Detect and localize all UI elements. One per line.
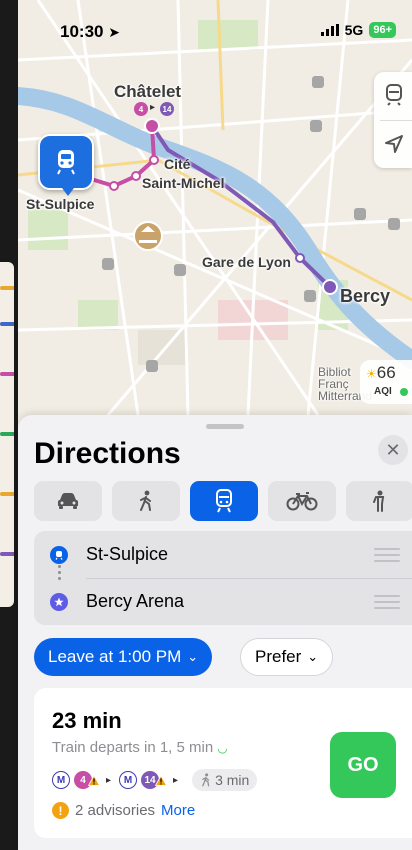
car-icon bbox=[58, 493, 78, 509]
warning-icon bbox=[88, 775, 100, 786]
reorder-handle-icon[interactable] bbox=[374, 591, 400, 613]
leave-time-button[interactable]: Leave at 1:00 PM ⌄ bbox=[34, 638, 213, 676]
signal-icon bbox=[320, 24, 339, 36]
weather-temp: ☀66 bbox=[366, 363, 396, 382]
mode-transit-button[interactable] bbox=[190, 481, 258, 521]
peek-line bbox=[0, 432, 14, 436]
battery-icon: 96+ bbox=[369, 22, 396, 38]
walk-icon bbox=[202, 773, 210, 787]
map-label-gare-de-lyon[interactable]: Gare de Lyon bbox=[202, 254, 291, 270]
rideshare-icon bbox=[373, 490, 385, 512]
reorder-handle-icon[interactable] bbox=[374, 544, 400, 566]
destination-row[interactable]: Bercy Arena bbox=[34, 578, 412, 625]
mode-drive-button[interactable] bbox=[34, 481, 102, 521]
peek-line bbox=[0, 372, 14, 376]
status-right: 5G 96+ bbox=[320, 22, 396, 38]
page-title: Directions bbox=[34, 437, 181, 470]
close-icon: ✕ bbox=[385, 439, 401, 460]
location-arrow-icon[interactable] bbox=[384, 134, 404, 154]
mode-ride-button[interactable] bbox=[346, 481, 412, 521]
route-departure: Train departs in 1, 5 min ◡ bbox=[52, 739, 228, 756]
network-label: 5G bbox=[344, 22, 364, 38]
walk-segment: 3 min bbox=[192, 769, 258, 791]
map-label-chatelet[interactable]: Châtelet bbox=[114, 82, 181, 102]
metro-icon: M bbox=[119, 771, 138, 789]
origin-name: St-Sulpice bbox=[86, 544, 169, 564]
mode-walk-button[interactable] bbox=[112, 481, 180, 521]
destination-name: Bercy Arena bbox=[86, 591, 185, 611]
transit-map-icon[interactable] bbox=[384, 84, 404, 106]
map-controls bbox=[374, 72, 412, 168]
advisories-more-link[interactable]: More bbox=[161, 802, 195, 819]
control-separator bbox=[380, 120, 412, 121]
origin-transit-icon bbox=[50, 545, 68, 564]
map-label-bercy[interactable]: Bercy bbox=[340, 286, 390, 307]
live-signal-icon: ◡ bbox=[217, 740, 228, 755]
arrow-icon: ▸ bbox=[150, 102, 156, 113]
directions-sheet[interactable]: Directions ✕ St-Sulpice Bercy Arena Leav… bbox=[18, 415, 412, 850]
train-icon bbox=[216, 489, 232, 513]
status-bar: 10:30 ➤ 5G 96+ bbox=[18, 0, 412, 60]
metro-icon: M bbox=[52, 771, 70, 789]
warning-icon bbox=[155, 775, 168, 786]
route-lines: M 4 ▸ M 14 ▸ 3 min bbox=[52, 769, 258, 791]
line-badge-14: 14 bbox=[160, 102, 174, 116]
peek-line bbox=[0, 492, 14, 496]
route-duration: 23 min bbox=[52, 708, 122, 733]
status-time: 10:30 ➤ bbox=[60, 22, 120, 41]
route-advisories: ! 2 advisories More bbox=[52, 802, 195, 819]
weather-widget[interactable]: ☀66 AQI bbox=[360, 360, 412, 404]
map-label-st-sulpice[interactable]: St-Sulpice bbox=[26, 196, 94, 212]
walk-icon bbox=[140, 490, 151, 511]
map-label-cite[interactable]: Cité bbox=[164, 156, 190, 172]
bike-icon bbox=[286, 492, 318, 511]
origin-row[interactable]: St-Sulpice bbox=[34, 531, 412, 578]
route-option-card[interactable]: 23 min Train departs in 1, 5 min ◡ M 4 ▸… bbox=[34, 688, 412, 838]
map-label-saint-michel[interactable]: Saint-Michel bbox=[142, 175, 224, 191]
go-button[interactable]: GO bbox=[330, 732, 396, 798]
close-button[interactable]: ✕ bbox=[378, 435, 408, 465]
location-services-icon: ➤ bbox=[108, 24, 120, 40]
chevron-down-icon: ⌄ bbox=[307, 649, 319, 664]
arrow-icon: ▸ bbox=[106, 774, 112, 786]
mode-cycle-button[interactable] bbox=[268, 481, 336, 521]
peek-line bbox=[0, 286, 14, 290]
line-badge-14: 14 bbox=[141, 771, 168, 789]
train-icon bbox=[57, 150, 75, 175]
transport-modes bbox=[34, 481, 412, 521]
aqi-label: AQI bbox=[374, 386, 392, 397]
station-pin[interactable] bbox=[38, 134, 94, 196]
peek-line bbox=[0, 322, 14, 326]
peek-line bbox=[0, 552, 14, 556]
prefer-button[interactable]: Prefer ⌄ bbox=[240, 638, 334, 676]
route-endpoints: St-Sulpice Bercy Arena bbox=[34, 531, 412, 625]
advisory-icon: ! bbox=[52, 802, 69, 819]
line-badge-4: 4 bbox=[134, 102, 148, 116]
chevron-down-icon: ⌄ bbox=[187, 649, 199, 664]
arrow-icon: ▸ bbox=[173, 774, 179, 786]
sheet-grabber[interactable] bbox=[206, 424, 244, 429]
aqi-indicator bbox=[400, 388, 408, 396]
destination-star-icon bbox=[50, 592, 68, 611]
weather-icon: ☀ bbox=[366, 367, 377, 381]
background-app-peek bbox=[0, 262, 14, 607]
line-badge-4: 4 bbox=[74, 771, 100, 789]
